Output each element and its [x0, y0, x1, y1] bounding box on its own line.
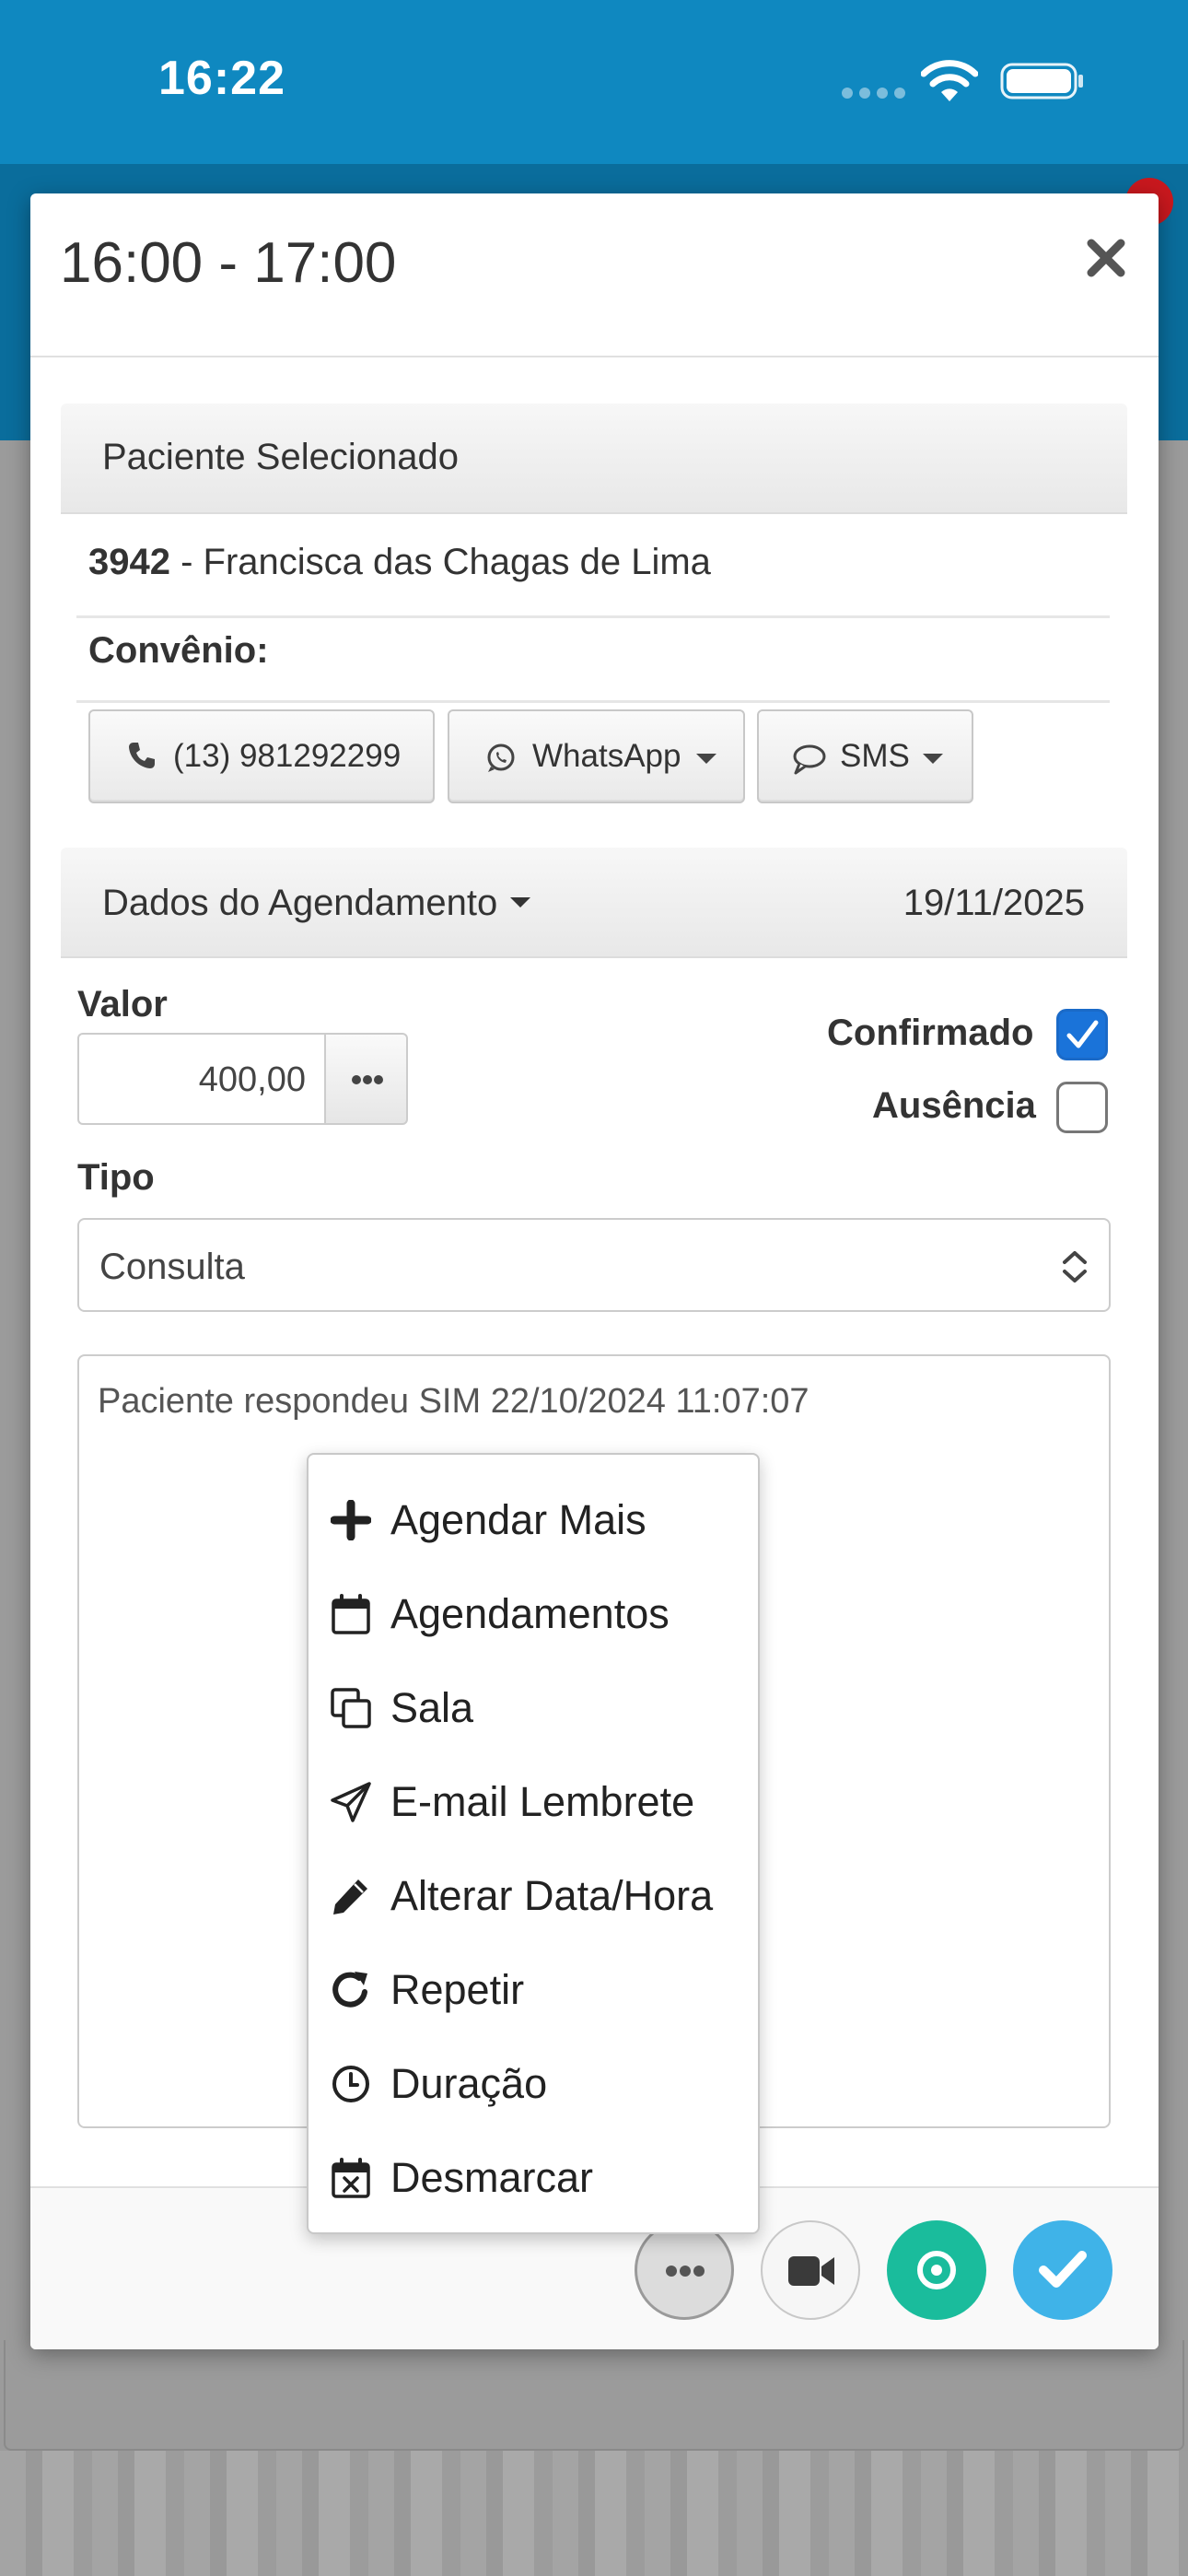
tipo-select[interactable]: Consulta: [77, 1218, 1111, 1312]
checkmark-icon: [1039, 2251, 1087, 2288]
status-bar: 16:22: [0, 0, 1188, 164]
convenio-label: Convênio:: [88, 630, 269, 671]
ellipsis-icon: [352, 1075, 383, 1084]
caret-down-icon: [510, 896, 531, 907]
tipo-label: Tipo: [77, 1157, 155, 1198]
patient-panel-title: Paciente Selecionado: [102, 437, 459, 477]
valor-label: Valor: [77, 984, 168, 1025]
divider: [76, 700, 1110, 703]
menu-item-desmarcar[interactable]: Desmarcar: [309, 2129, 758, 2223]
phone-label: (13) 981292299: [173, 738, 402, 774]
more-actions-button[interactable]: [635, 2220, 734, 2320]
copy-icon: [331, 1688, 371, 1728]
menu-item-label: Agendamentos: [390, 1590, 670, 1637]
pencil-icon: [333, 1879, 367, 1914]
confirmado-checkbox[interactable]: [1056, 1009, 1108, 1060]
modal-header: 16:00 - 17:00: [30, 193, 1159, 357]
phone-icon: [129, 743, 155, 768]
wifi-icon: [921, 60, 978, 101]
ausencia-label: Ausência: [872, 1085, 1036, 1126]
plus-icon: [331, 1500, 371, 1540]
menu-item-email-lembrete[interactable]: E-mail Lembrete: [309, 1753, 758, 1847]
battery-icon: [1000, 63, 1083, 100]
valor-options-button[interactable]: [324, 1033, 408, 1125]
schedule-panel-title[interactable]: Dados do Agendamento: [102, 883, 531, 924]
whatsapp-button[interactable]: WhatsApp: [448, 709, 745, 803]
sms-button[interactable]: SMS: [757, 709, 973, 803]
menu-item-alterar-data-hora[interactable]: Alterar Data/Hora: [309, 1847, 758, 1941]
divider: [76, 615, 1110, 618]
confirm-button[interactable]: [1013, 2220, 1112, 2320]
background-content: [0, 2451, 1188, 2576]
phone-button[interactable]: (13) 981292299: [88, 709, 435, 803]
checkmark-icon: [1066, 1020, 1099, 1048]
menu-item-label: Agendar Mais: [390, 1496, 646, 1543]
actions-dropdown-menu: Agendar Mais Agendamentos Sala E-mail Le…: [307, 1453, 760, 2234]
menu-item-sala[interactable]: Sala: [309, 1659, 758, 1753]
valor-value: 400,00: [198, 1060, 306, 1099]
patient-info: 3942 - Francisca das Chagas de Lima: [88, 542, 711, 583]
schedule-panel-title-text: Dados do Agendamento: [102, 883, 498, 923]
cellular-signal-icon: [842, 88, 906, 99]
menu-item-label: Desmarcar: [390, 2154, 594, 2201]
target-icon: [917, 2251, 956, 2289]
modal-title: 16:00 - 17:00: [60, 231, 397, 295]
appointment-date: 19/11/2025: [903, 883, 1085, 923]
clock-icon: [332, 2066, 369, 2102]
background-card: [4, 2340, 1184, 2451]
menu-item-label: Duração: [390, 2060, 548, 2107]
notes-text: Paciente respondeu SIM 22/10/2024 11:07:…: [98, 1382, 809, 1421]
status-time: 16:22: [158, 52, 285, 105]
menu-item-label: Sala: [390, 1684, 474, 1731]
schedule-panel-heading[interactable]: Dados do Agendamento 19/11/2025: [61, 848, 1127, 958]
repeat-icon: [332, 1972, 367, 2008]
menu-item-duracao[interactable]: Duração: [309, 2035, 758, 2129]
patient-id: 3942: [88, 542, 170, 582]
confirmado-label: Confirmado: [827, 1013, 1034, 1053]
menu-item-repetir[interactable]: Repetir: [309, 1941, 758, 2035]
caret-down-icon: [923, 754, 943, 764]
tipo-selected-value: Consulta: [99, 1247, 245, 1287]
chat-bubble-icon: [793, 744, 826, 775]
video-call-button[interactable]: [761, 2220, 860, 2320]
whatsapp-label: WhatsApp: [532, 738, 681, 774]
whatsapp-icon: [487, 744, 515, 772]
menu-item-agendar-mais[interactable]: Agendar Mais: [309, 1471, 758, 1565]
close-icon[interactable]: [1080, 232, 1132, 284]
menu-item-label: Alterar Data/Hora: [390, 1872, 714, 1919]
calendar-x-icon: [332, 2158, 370, 2198]
menu-item-label: Repetir: [390, 1966, 525, 2013]
valor-input[interactable]: 400,00: [77, 1033, 324, 1125]
menu-item-label: E-mail Lembrete: [390, 1778, 695, 1825]
menu-item-agendamentos[interactable]: Agendamentos: [309, 1565, 758, 1659]
patient-name: - Francisca das Chagas de Lima: [169, 542, 711, 582]
start-attendance-button[interactable]: [887, 2220, 986, 2320]
video-camera-icon: [788, 2256, 834, 2286]
ellipsis-icon: [666, 2266, 705, 2277]
select-arrows-icon: [1063, 1251, 1087, 1282]
sms-label: SMS: [840, 738, 910, 774]
paper-plane-icon: [331, 1782, 371, 1822]
patient-panel-heading: Paciente Selecionado: [61, 404, 1127, 514]
ausencia-checkbox[interactable]: [1056, 1082, 1108, 1133]
calendar-icon: [332, 1594, 370, 1634]
caret-down-icon: [696, 754, 716, 764]
